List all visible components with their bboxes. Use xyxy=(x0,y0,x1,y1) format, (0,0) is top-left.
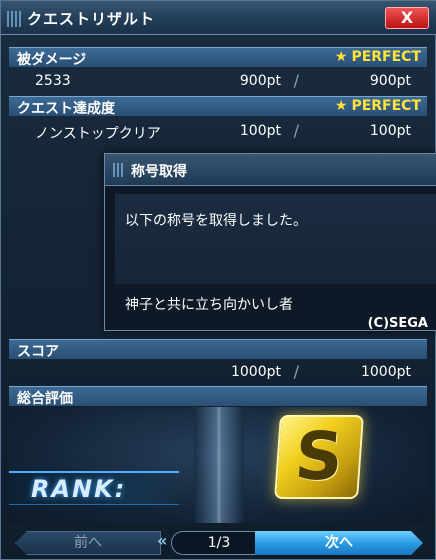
completion-rating: ★ PERFECT xyxy=(335,98,421,114)
popup-message-box: 以下の称号を取得しました。 xyxy=(115,194,436,284)
section-completion-label: クエスト達成度 xyxy=(17,101,115,117)
rank-grade: S xyxy=(292,418,346,495)
title-acquired-popup: 称号取得 以下の称号を取得しました。 神子と共に立ち向かいし者 (C)SEGA xyxy=(104,153,436,331)
damage-rating-text: PERFECT xyxy=(351,49,421,65)
completion-name: ノンストップクリア xyxy=(35,126,161,142)
rank-display: RANK: S xyxy=(9,407,427,523)
popup-message: 以下の称号を取得しました。 xyxy=(125,213,307,229)
titlebar-deco-icon xyxy=(7,11,21,27)
popup-title: 称号取得 xyxy=(131,164,187,180)
score-earned: 1000pt xyxy=(230,364,281,380)
score-max: 1000pt xyxy=(360,364,411,380)
window-title: クエストリザルト xyxy=(27,10,156,28)
star-icon: ★ xyxy=(334,98,348,114)
next-button[interactable]: 次へ xyxy=(255,531,423,555)
completion-rating-text: PERFECT xyxy=(351,98,421,114)
damage-value: 2533 xyxy=(35,73,71,89)
chevron-left-icon[interactable]: « xyxy=(157,531,167,550)
window-titlebar: クエストリザルト X xyxy=(1,1,436,35)
star-icon: ★ xyxy=(334,49,348,65)
completion-max: 100pt xyxy=(369,123,411,139)
copyright-text: (C)SEGA xyxy=(367,316,428,331)
page-indicator: 1/3 xyxy=(171,531,267,555)
damage-earned: 900pt xyxy=(239,73,281,89)
light-pillar-deco xyxy=(194,407,244,523)
section-overall-label: 総合評価 xyxy=(17,391,73,407)
rank-label: RANK: xyxy=(31,475,127,503)
popup-titlebar: 称号取得 xyxy=(105,154,436,186)
prev-button[interactable]: 前へ xyxy=(15,531,161,555)
quest-result-window: クエストリザルト X 被ダメージ ★ PERFECT 2533 900pt / 9… xyxy=(0,0,436,560)
damage-row: 2533 900pt / 900pt xyxy=(9,69,427,93)
slash-separator: / xyxy=(293,71,299,90)
completion-row: ノンストップクリア 100pt / 100pt xyxy=(9,119,427,143)
section-damage-header: 被ダメージ ★ PERFECT xyxy=(9,47,427,68)
footer-nav: 前へ « 1/3 » 次へ xyxy=(1,527,436,560)
rank-badge: S xyxy=(274,415,364,499)
score-row: 1000pt / 1000pt xyxy=(9,360,427,384)
section-score-label: スコア xyxy=(17,344,59,360)
completion-earned: 100pt xyxy=(239,123,281,139)
damage-rating: ★ PERFECT xyxy=(335,49,421,65)
section-completion-header: クエスト達成度 ★ PERFECT xyxy=(9,96,427,117)
section-score-header: スコア xyxy=(9,339,427,360)
section-overall-header: 総合評価 xyxy=(9,386,427,407)
damage-max: 900pt xyxy=(369,73,411,89)
popup-titlebar-deco-icon xyxy=(113,163,125,177)
slash-separator: / xyxy=(293,121,299,140)
section-damage-label: 被ダメージ xyxy=(17,52,87,68)
acquired-title-name: 神子と共に立ち向かいし者 xyxy=(125,297,293,313)
close-icon: X xyxy=(400,8,414,27)
close-button[interactable]: X xyxy=(385,7,429,29)
slash-separator: / xyxy=(293,362,299,381)
